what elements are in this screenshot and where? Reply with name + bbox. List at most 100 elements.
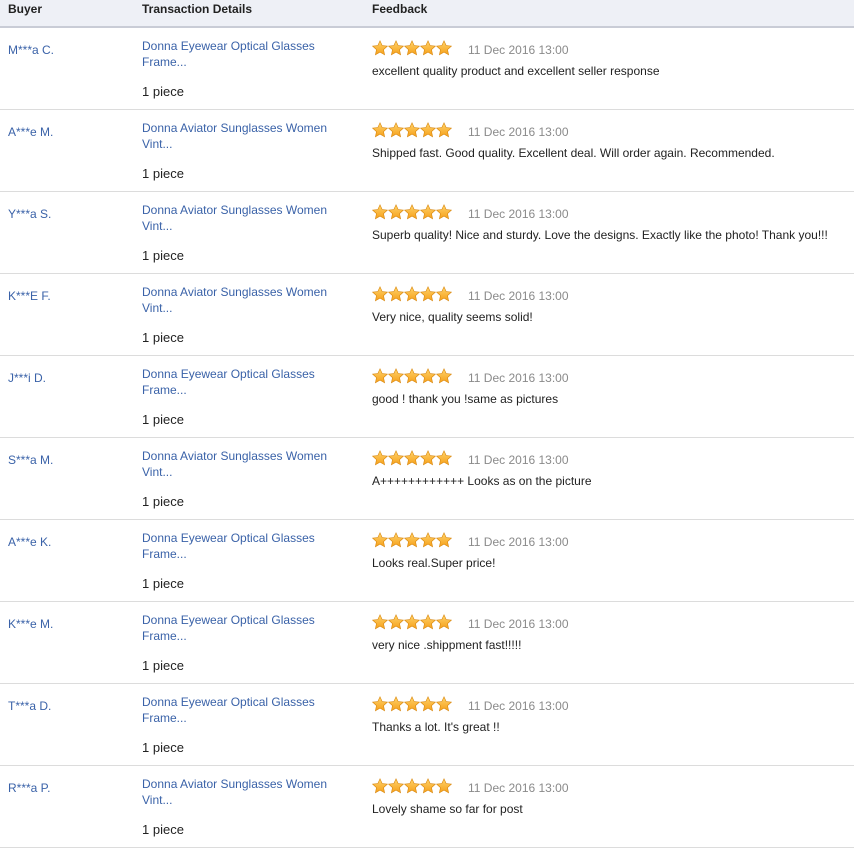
star-rating (372, 532, 452, 548)
review-row: J***i D. Donna Eyewear Optical Glasses F… (0, 356, 854, 438)
product-link[interactable]: Donna Eyewear Optical Glasses Frame... (142, 530, 352, 562)
star-icon (420, 778, 436, 794)
star-icon (404, 40, 420, 56)
product-link[interactable]: Donna Eyewear Optical Glasses Frame... (142, 694, 352, 726)
star-icon (388, 450, 404, 466)
review-date: 11 Dec 2016 13:00 (468, 453, 569, 467)
star-icon (420, 532, 436, 548)
buyer-name[interactable]: S***a M. (8, 453, 53, 467)
product-link[interactable]: Donna Eyewear Optical Glasses Frame... (142, 612, 352, 644)
star-icon (372, 778, 388, 794)
review-date: 11 Dec 2016 13:00 (468, 43, 569, 57)
review-date: 11 Dec 2016 13:00 (468, 289, 569, 303)
review-text: Shipped fast. Good quality. Excellent de… (372, 146, 775, 160)
review-row: T***a D. Donna Eyewear Optical Glasses F… (0, 684, 854, 766)
buyer-name[interactable]: J***i D. (8, 371, 46, 385)
star-rating (372, 450, 452, 466)
review-date: 11 Dec 2016 13:00 (468, 125, 569, 139)
star-icon (436, 532, 452, 548)
buyer-name[interactable]: M***a C. (8, 43, 54, 57)
review-date: 11 Dec 2016 13:00 (468, 617, 569, 631)
product-link[interactable]: Donna Aviator Sunglasses Women Vint... (142, 776, 352, 808)
product-link[interactable]: Donna Aviator Sunglasses Women Vint... (142, 120, 352, 152)
star-icon (436, 696, 452, 712)
star-icon (436, 286, 452, 302)
quantity: 1 piece (142, 740, 184, 755)
star-icon (404, 450, 420, 466)
review-row: K***E F. Donna Aviator Sunglasses Women … (0, 274, 854, 356)
buyer-name[interactable]: K***e M. (8, 617, 53, 631)
star-icon (404, 368, 420, 384)
quantity: 1 piece (142, 412, 184, 427)
review-text: A++++++++++++ Looks as on the picture (372, 474, 592, 488)
quantity: 1 piece (142, 658, 184, 673)
review-row: A***e K. Donna Eyewear Optical Glasses F… (0, 520, 854, 602)
star-icon (372, 450, 388, 466)
transaction-column-header: Transaction Details (142, 2, 253, 16)
star-icon (372, 122, 388, 138)
product-link[interactable]: Donna Aviator Sunglasses Women Vint... (142, 202, 352, 234)
review-row: M***a C. Donna Eyewear Optical Glasses F… (0, 28, 854, 110)
star-rating (372, 204, 452, 220)
review-row: K***e M. Donna Eyewear Optical Glasses F… (0, 602, 854, 684)
product-link[interactable]: Donna Eyewear Optical Glasses Frame... (142, 366, 352, 398)
star-icon (436, 368, 452, 384)
star-icon (436, 122, 452, 138)
star-icon (420, 122, 436, 138)
product-link[interactable]: Donna Aviator Sunglasses Women Vint... (142, 448, 352, 480)
buyer-name[interactable]: K***E F. (8, 289, 51, 303)
star-icon (404, 532, 420, 548)
star-icon (388, 778, 404, 794)
review-row: Y***a S. Donna Aviator Sunglasses Women … (0, 192, 854, 274)
star-icon (404, 614, 420, 630)
star-icon (404, 286, 420, 302)
star-icon (372, 286, 388, 302)
review-text: Lovely shame so far for post (372, 802, 523, 816)
star-icon (388, 696, 404, 712)
star-icon (372, 614, 388, 630)
star-icon (388, 368, 404, 384)
star-icon (436, 450, 452, 466)
star-icon (420, 286, 436, 302)
product-link[interactable]: Donna Eyewear Optical Glasses Frame... (142, 38, 352, 70)
star-rating (372, 368, 452, 384)
quantity: 1 piece (142, 84, 184, 99)
feedback-column-header: Feedback (372, 2, 428, 16)
quantity: 1 piece (142, 822, 184, 837)
star-icon (404, 204, 420, 220)
review-text: Superb quality! Nice and sturdy. Love th… (372, 228, 828, 242)
star-icon (404, 122, 420, 138)
review-row: S***a M. Donna Aviator Sunglasses Women … (0, 438, 854, 520)
buyer-name[interactable]: Y***a S. (8, 207, 51, 221)
review-text: very nice .shippment fast!!!!! (372, 638, 522, 652)
buyer-name[interactable]: A***e K. (8, 535, 51, 549)
star-icon (372, 204, 388, 220)
star-rating (372, 778, 452, 794)
star-icon (372, 368, 388, 384)
quantity: 1 piece (142, 576, 184, 591)
buyer-name[interactable]: A***e M. (8, 125, 53, 139)
review-row: R***a P. Donna Aviator Sunglasses Women … (0, 766, 854, 848)
star-icon (404, 696, 420, 712)
star-rating (372, 122, 452, 138)
quantity: 1 piece (142, 166, 184, 181)
star-icon (388, 532, 404, 548)
star-icon (372, 532, 388, 548)
table-header: Buyer Transaction Details Feedback (0, 0, 854, 28)
feedback-table: Buyer Transaction Details Feedback M***a… (0, 0, 854, 848)
star-icon (436, 778, 452, 794)
quantity: 1 piece (142, 248, 184, 263)
buyer-name[interactable]: T***a D. (8, 699, 51, 713)
star-icon (420, 450, 436, 466)
review-text: Very nice, quality seems solid! (372, 310, 533, 324)
product-link[interactable]: Donna Aviator Sunglasses Women Vint... (142, 284, 352, 316)
star-icon (436, 614, 452, 630)
review-date: 11 Dec 2016 13:00 (468, 699, 569, 713)
star-icon (420, 368, 436, 384)
star-icon (388, 614, 404, 630)
review-text: excellent quality product and excellent … (372, 64, 660, 78)
buyer-name[interactable]: R***a P. (8, 781, 50, 795)
star-rating (372, 40, 452, 56)
review-row: A***e M. Donna Aviator Sunglasses Women … (0, 110, 854, 192)
review-text: good ! thank you !same as pictures (372, 392, 559, 406)
